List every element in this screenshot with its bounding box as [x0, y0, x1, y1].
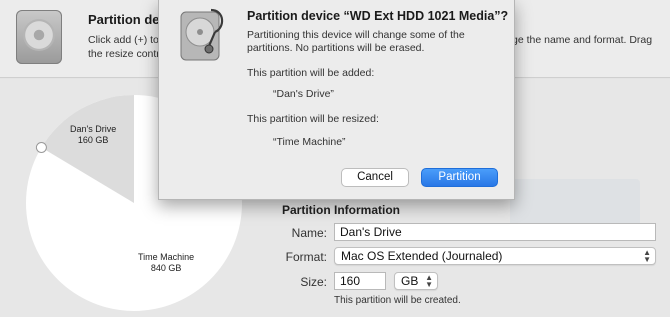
stepper-arrows-icon: ▲ ▼ [425, 273, 433, 289]
sheet-description-line: partitions. No partitions will be erased… [247, 42, 425, 54]
stepper-arrows-icon: ▲ ▼ [643, 248, 651, 264]
volume-bar [510, 179, 640, 227]
partition-button[interactable]: Partition [421, 168, 498, 187]
sheet-title: Partition device “WD Ext HDD 1021 Media”… [247, 9, 509, 23]
sheet-description-line: Partitioning this device will change som… [247, 29, 465, 41]
partition-info-title: Partition Information [282, 203, 400, 217]
slice-name: Time Machine [138, 252, 195, 262]
size-unit-popup[interactable]: GB ▲ ▼ [394, 272, 438, 290]
format-value: Mac OS Extended (Journaled) [341, 249, 503, 263]
pie-label-time-machine: Time Machine 840 GB [138, 252, 194, 274]
window-description-line: the resize contr [88, 48, 160, 60]
format-popup[interactable]: Mac OS Extended (Journaled) ▲ ▼ [334, 247, 656, 265]
slice-name: Dan's Drive [70, 124, 117, 134]
resized-heading: This partition will be resized: [247, 113, 379, 125]
slice-size: 840 GB [150, 263, 182, 273]
added-partition-name: “Dan's Drive” [273, 88, 334, 100]
size-label: Size: [300, 275, 327, 289]
window-description: Click add (+) to the resize contr [88, 33, 160, 61]
disk-utility-icon [180, 8, 224, 61]
window-description-right: ge the name and format. Drag [512, 34, 653, 46]
partition-confirm-sheet: Partition device “WD Ext HDD 1021 Media”… [158, 0, 515, 200]
window-description-line: Click add (+) to [88, 34, 159, 46]
name-field[interactable]: Dan's Drive [334, 223, 656, 241]
cancel-button[interactable]: Cancel [341, 168, 409, 187]
size-field[interactable]: 160 [334, 272, 386, 290]
format-label: Format: [285, 250, 327, 264]
resize-handle[interactable] [35, 142, 47, 153]
resized-partition-name: “Time Machine” [273, 136, 346, 148]
slice-size: 160 GB [77, 135, 109, 145]
name-label: Name: [291, 226, 327, 240]
creation-note: This partition will be created. [334, 295, 461, 306]
size-unit: GB [401, 274, 419, 288]
hard-drive-icon [16, 10, 62, 64]
added-heading: This partition will be added: [247, 67, 375, 79]
pie-label-dans-drive: Dan's Drive 160 GB [70, 124, 116, 146]
